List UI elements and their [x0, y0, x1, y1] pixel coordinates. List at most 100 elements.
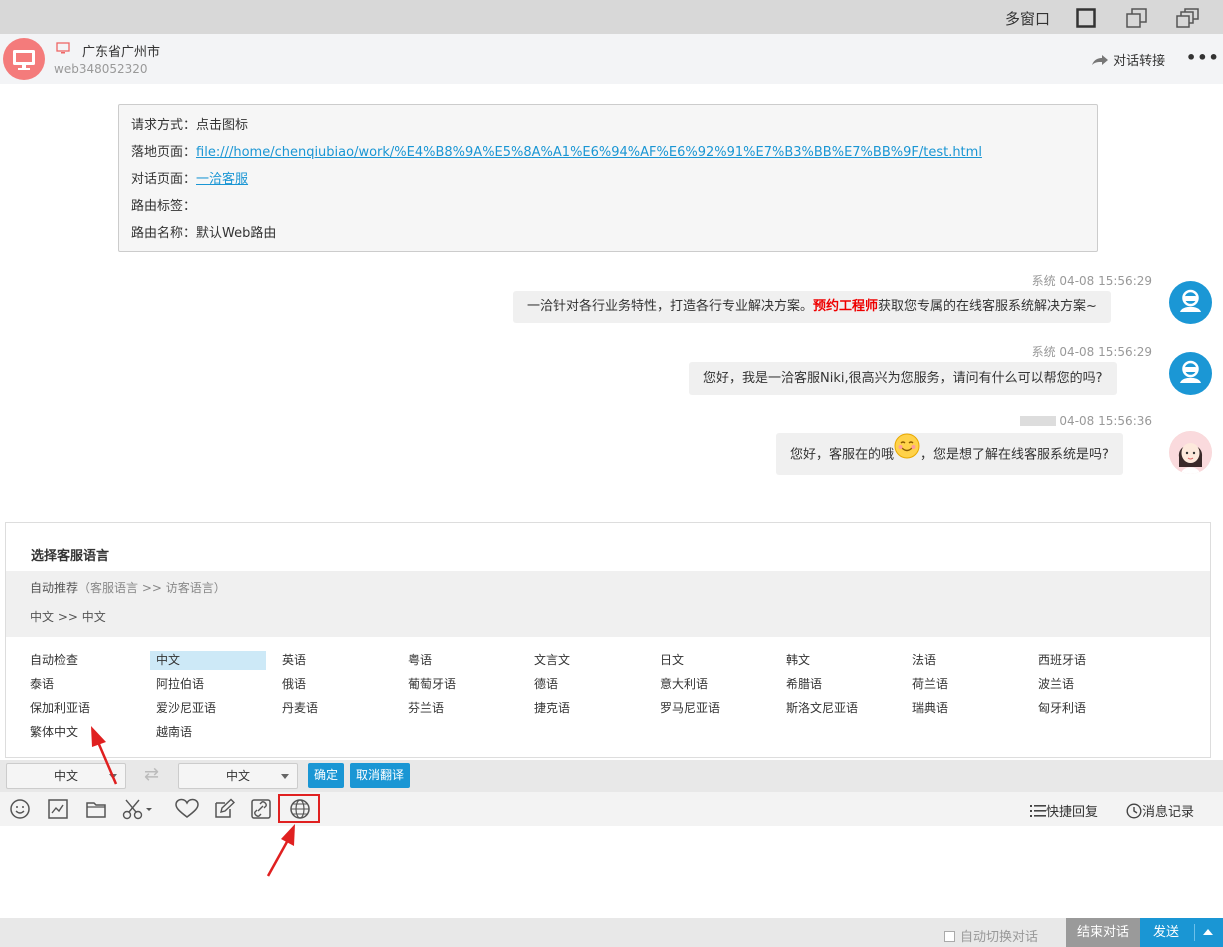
translate-highlight-box	[278, 794, 320, 823]
language-option[interactable]: 日文	[654, 651, 770, 670]
info-row-route-tag: 路由标签：	[131, 196, 1085, 223]
info-label: 路由标签：	[131, 199, 197, 214]
more-menu-button[interactable]: •••	[1186, 48, 1220, 67]
message-history-button[interactable]: 消息记录	[1126, 801, 1194, 820]
visitor-avatar[interactable]	[3, 38, 45, 80]
send-button[interactable]: 发送	[1140, 918, 1223, 947]
message-time: 04-08 15:56:29	[1059, 345, 1152, 359]
auto-recommend-hint: （客服语言 >> 访客语言）	[78, 581, 226, 595]
language-option[interactable]: 韩文	[780, 651, 896, 670]
language-option[interactable]: 罗马尼亚语	[654, 699, 770, 718]
language-option[interactable]: 俄语	[276, 675, 392, 694]
send-divider	[1194, 924, 1195, 941]
annotation-arrow-icon	[266, 824, 295, 877]
quick-reply-button[interactable]: 快捷回复	[1030, 801, 1098, 820]
auto-switch-checkbox[interactable]: 自动切换对话	[944, 926, 1038, 945]
cascade-windows-icon[interactable]	[1176, 8, 1199, 28]
message-time: 04-08 15:56:29	[1059, 274, 1152, 288]
checkbox-box[interactable]	[944, 931, 955, 942]
language-panel-title: 选择客服语言	[31, 549, 110, 564]
info-row-chat-page: 对话页面：一洽客服	[131, 169, 1085, 196]
language-option[interactable]: 德语	[528, 675, 644, 694]
language-option[interactable]: 阿拉伯语	[150, 675, 266, 694]
swap-icon[interactable]: ⇄	[144, 764, 159, 785]
language-option[interactable]: 英语	[276, 651, 392, 670]
message-text: 您好，我是一洽客服Niki,很高兴为您服务，请问有什么可以帮您的吗?	[703, 371, 1103, 386]
message-bubble: 您好，客服在的哦 ，您是想了解在线客服系统是吗?	[776, 433, 1123, 475]
female-agent-icon	[1169, 431, 1212, 474]
cancel-translate-button[interactable]: 取消翻译	[350, 763, 410, 788]
message-text: ，您是想了解在线客服系统是吗?	[920, 447, 1109, 463]
forward-arrow-icon	[1092, 55, 1108, 65]
send-options-caret-icon[interactable]	[1203, 929, 1213, 935]
window-titlebar: 多窗口	[0, 0, 1223, 34]
language-option[interactable]: 法语	[906, 651, 1022, 670]
confirm-translate-button[interactable]: 确定	[308, 763, 344, 788]
auto-recommend-box: 自动推荐（客服语言 >> 访客语言） 中文 >> 中文	[6, 571, 1210, 637]
language-option[interactable]: 粤语	[402, 651, 518, 670]
info-value: 点击图标	[196, 118, 249, 133]
message-meta: 系统 04-08 15:56:29	[1000, 272, 1152, 289]
edit-note-icon[interactable]	[213, 798, 237, 820]
visitor-header: 广东省广州市 web348052320 对话转接 •••	[0, 34, 1223, 84]
landing-page-link[interactable]: file:///home/chenqiubiao/work/%E4%B8%9A%…	[196, 145, 982, 160]
auto-recommend-label: 自动推荐（客服语言 >> 访客语言）	[30, 579, 226, 596]
message-sender: 系统	[1031, 345, 1056, 359]
book-engineer-link[interactable]: 预约工程师	[813, 299, 878, 314]
visitor-id: web348052320	[54, 62, 148, 76]
language-option[interactable]: 中文	[150, 651, 266, 670]
message-input[interactable]	[0, 826, 1223, 918]
visitor-info-card: 请求方式：点击图标 落地页面：file:///home/chenqiubiao/…	[118, 104, 1098, 252]
language-option[interactable]: 捷克语	[528, 699, 644, 718]
screenshot-icon[interactable]	[47, 798, 71, 820]
message-text: 您好，客服在的哦	[790, 447, 895, 463]
blurred-sender	[1019, 416, 1056, 426]
emoji-icon[interactable]	[9, 798, 33, 820]
scissors-icon[interactable]	[121, 798, 155, 820]
language-option[interactable]: 爱沙尼亚语	[150, 699, 266, 718]
multi-window-label[interactable]: 多窗口	[1005, 8, 1050, 29]
language-option[interactable]: 意大利语	[654, 675, 770, 694]
language-option[interactable]: 芬兰语	[402, 699, 518, 718]
language-option[interactable]: 丹麦语	[276, 699, 392, 718]
info-label: 请求方式：	[131, 118, 197, 133]
chat-page-link[interactable]: 一洽客服	[196, 172, 248, 187]
language-option[interactable]: 葡萄牙语	[402, 675, 518, 694]
translate-globe-icon[interactable]	[289, 798, 311, 824]
quick-reply-label: 快捷回复	[1046, 805, 1099, 820]
message-history-label: 消息记录	[1142, 805, 1195, 820]
restore-icon[interactable]	[1126, 8, 1147, 28]
message-bubble: 一洽针对各行业务特性，打造各行专业解决方案。预约工程师获取您专属的在线客服系统解…	[513, 291, 1111, 323]
language-option[interactable]: 文言文	[528, 651, 644, 670]
visitor-location: 广东省广州市	[82, 45, 161, 60]
language-option[interactable]: 西班牙语	[1032, 651, 1148, 670]
agent-avatar	[1169, 431, 1212, 474]
language-option[interactable]: 自动检查	[24, 651, 140, 670]
service-agent-icon	[1170, 282, 1211, 323]
language-option[interactable]: 斯洛文尼亚语	[780, 699, 896, 718]
folder-icon[interactable]	[85, 798, 109, 820]
smile-emoji-icon	[894, 433, 920, 477]
language-option[interactable]: 瑞典语	[906, 699, 1022, 718]
system-avatar	[1169, 281, 1212, 324]
pc-device-icon	[56, 42, 70, 58]
auto-recommend-pair[interactable]: 中文 >> 中文	[30, 608, 106, 625]
source-language-value: 中文	[53, 769, 78, 783]
info-row-route-name: 路由名称：默认Web路由	[131, 223, 1085, 250]
system-avatar	[1169, 352, 1212, 395]
language-option[interactable]: 匈牙利语	[1032, 699, 1148, 718]
favorite-heart-icon[interactable]	[175, 798, 199, 820]
maximize-icon[interactable]	[1076, 8, 1096, 28]
language-option[interactable]: 波兰语	[1032, 675, 1148, 694]
link-icon[interactable]	[250, 798, 274, 820]
language-option[interactable]: 希腊语	[780, 675, 896, 694]
language-option[interactable]: 荷兰语	[906, 675, 1022, 694]
language-option[interactable]: 泰语	[24, 675, 140, 694]
language-option[interactable]: 越南语	[150, 723, 266, 742]
message-sender: 系统	[1031, 274, 1056, 288]
target-language-select[interactable]: 中文	[178, 763, 298, 789]
transfer-button[interactable]: 对话转接	[1091, 50, 1165, 69]
message-meta: 04-08 15:56:36	[1000, 414, 1152, 428]
language-option[interactable]: 保加利亚语	[24, 699, 140, 718]
end-chat-button[interactable]: 结束对话	[1066, 918, 1140, 947]
